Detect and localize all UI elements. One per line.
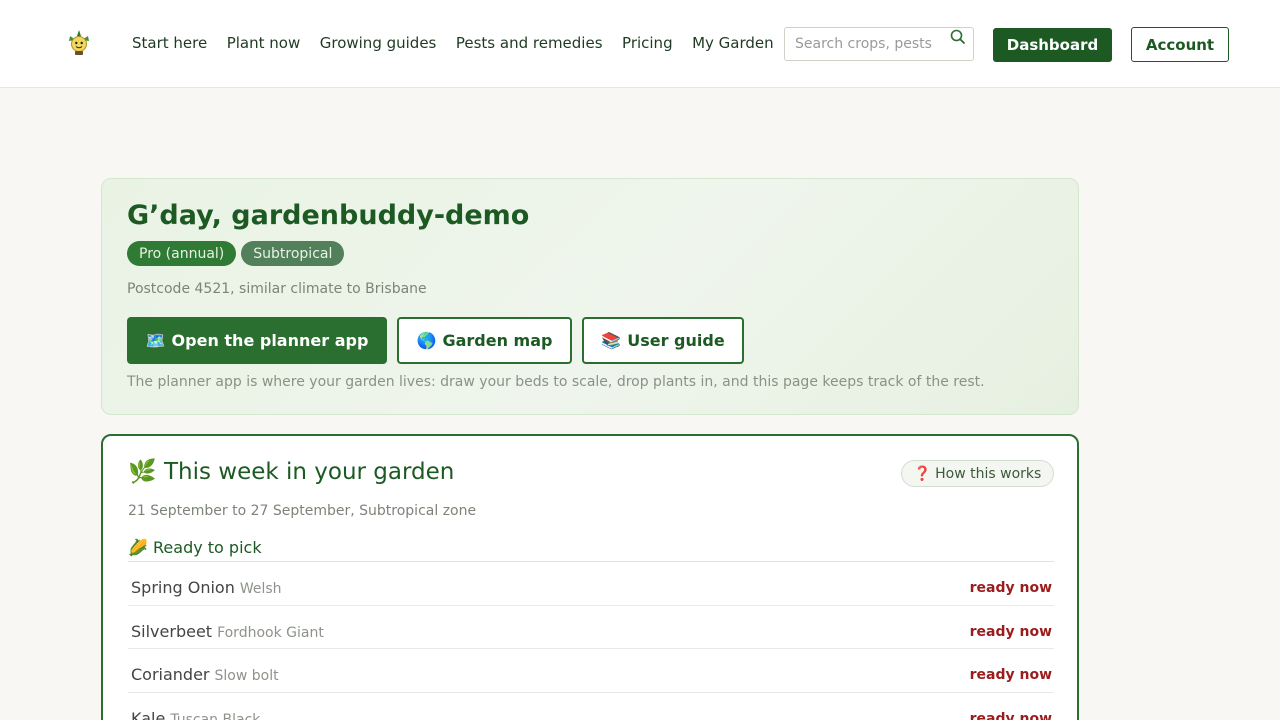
plan-badge: Pro (annual) [127, 241, 237, 266]
corn-icon: 🌽 [128, 538, 148, 557]
search-input[interactable] [795, 34, 943, 54]
nav-growing-guides[interactable]: Growing guides [320, 33, 437, 55]
harvest-status: ready now [969, 580, 1052, 596]
plan-badges: Pro (annual) Subtropical [127, 241, 345, 266]
nav-plant-now[interactable]: Plant now [227, 33, 301, 55]
list-item[interactable]: Coriander Slow bolt ready now [128, 649, 1054, 693]
herb-icon: 🌿 [128, 459, 157, 485]
week-heading-text: This week in your garden [163, 459, 455, 485]
globe-icon: 🌎 [416, 331, 437, 350]
open-planner-button[interactable]: 🗺️ Open the planner app [127, 317, 387, 364]
how-this-works-label: How this works [935, 465, 1042, 482]
greeting-heading: G’day, gardenbuddy-demo [127, 200, 530, 231]
harvest-status: ready now [969, 623, 1052, 640]
books-icon: 📚 [601, 331, 622, 350]
user-guide-label: User guide [627, 331, 725, 350]
nav-pricing[interactable]: Pricing [622, 33, 673, 55]
crop-name: Kale Tuscan Black [131, 709, 260, 720]
ready-to-pick-heading: 🌽 Ready to pick [128, 538, 262, 557]
nav-start-here[interactable]: Start here [132, 33, 207, 55]
postcode-text: Postcode 4521, similar climate to Brisba… [127, 281, 427, 297]
this-week-card: 🌿 This week in your garden ❓ How this wo… [101, 434, 1079, 720]
search-box [784, 27, 974, 61]
nav-my-garden[interactable]: My Garden [692, 33, 774, 55]
nav-pests-and-remedies[interactable]: Pests and remedies [456, 33, 603, 55]
week-heading: 🌿 This week in your garden [128, 458, 454, 485]
account-button[interactable]: Account [1131, 27, 1229, 62]
map-icon: 🗺️ [145, 331, 166, 350]
ready-to-pick-label: Ready to pick [153, 538, 262, 557]
open-planner-label: Open the planner app [171, 331, 369, 350]
harvest-status: ready now [969, 667, 1052, 683]
crop-label: Spring Onion [131, 578, 235, 597]
question-icon: ❓ [913, 465, 932, 482]
how-this-works-button[interactable]: ❓ How this works [901, 460, 1054, 487]
plant-mascot-icon [69, 30, 89, 55]
crop-variety: Tuscan Black [170, 711, 261, 720]
planner-note: The planner app is where your garden liv… [127, 374, 985, 390]
user-guide-button[interactable]: 📚 User guide [582, 317, 744, 364]
garden-map-button[interactable]: 🌎 Garden map [397, 317, 572, 364]
climate-zone-badge: Subtropical [241, 241, 345, 266]
harvest-status: ready now [969, 710, 1052, 720]
crop-name: Spring Onion Welsh [131, 578, 282, 597]
main-nav: Start here Plant now Growing guides Pest… [132, 33, 793, 55]
crop-variety: Welsh [239, 581, 282, 597]
site-logo[interactable] [64, 27, 94, 57]
crop-label: Kale [131, 708, 166, 720]
search-icon[interactable] [949, 28, 967, 46]
list-item[interactable]: Silverbeet Fordhook Giant ready now [128, 606, 1054, 649]
crop-label: Coriander [131, 665, 210, 684]
crop-name: Silverbeet Fordhook Giant [131, 622, 324, 641]
dashboard-button[interactable]: Dashboard [993, 28, 1112, 62]
welcome-card: G’day, gardenbuddy-demo Pro (annual) Sub… [101, 178, 1079, 415]
harvest-list: Spring Onion Welsh ready now Silverbeet Fo… [128, 562, 1054, 720]
crop-name: Coriander Slow bolt [131, 665, 279, 684]
top-navigation-bar: Start here Plant now Growing guides Pest… [0, 0, 1280, 88]
list-item[interactable]: Kale Tuscan Black ready now [128, 693, 1054, 720]
garden-map-label: Garden map [442, 331, 553, 350]
crop-label: Silverbeet [131, 621, 213, 641]
crop-variety: Fordhook Giant [217, 624, 324, 641]
date-range: 21 September to 27 September, Subtropica… [128, 503, 477, 519]
list-item[interactable]: Spring Onion Welsh ready now [128, 562, 1054, 606]
crop-variety: Slow bolt [214, 668, 279, 684]
